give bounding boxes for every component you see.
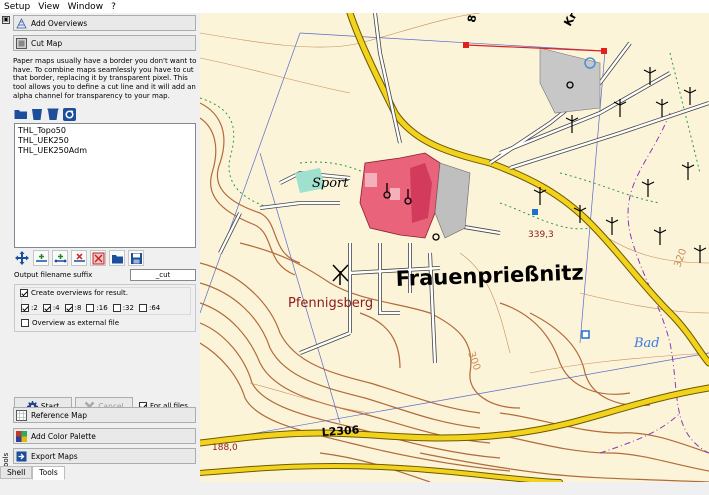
elevation-label: 188,0	[212, 443, 238, 453]
export-icon	[16, 451, 27, 462]
map-status-strip	[200, 482, 709, 495]
overview-level-label: :8	[74, 304, 82, 312]
pyramid-icon	[16, 17, 27, 29]
overview-level-2[interactable]: :2	[21, 304, 38, 312]
clear-bin-icon[interactable]	[30, 107, 44, 121]
map-file-list[interactable]: THL_Topo50 THL_UEK250 THL_UEK250Adm	[14, 123, 196, 248]
reference-map-button[interactable]: Reference Map	[13, 407, 196, 423]
dock-float-icon[interactable]: ▣	[2, 16, 10, 24]
cut-map-icon	[16, 37, 27, 49]
overview-external-option[interactable]: Overview as external file	[21, 319, 119, 327]
menu-setup[interactable]: Setup	[3, 2, 31, 12]
cut-map-description: Paper maps usually have a border you don…	[13, 57, 197, 100]
delete-line-icon[interactable]	[90, 250, 106, 266]
hill-label: Pfennigsberg	[288, 296, 373, 311]
overview-level-label: :2	[31, 304, 38, 312]
delete-point-icon[interactable]	[71, 250, 87, 266]
add-color-palette-label: Add Color Palette	[31, 431, 96, 441]
list-item[interactable]: THL_UEK250	[18, 136, 192, 146]
overview-level-4[interactable]: :4	[42, 304, 60, 312]
insert-point-icon[interactable]	[52, 250, 68, 266]
reference-grid-icon	[16, 409, 27, 421]
overview-level-64[interactable]: :64	[138, 304, 161, 312]
overview-level-label: :16	[96, 304, 108, 312]
app-window: Setup View Window ? ▣ Add Overviews Cut …	[0, 0, 709, 495]
dock-tabs: Shell Tools	[0, 466, 65, 480]
export-maps-label: Export Maps	[31, 451, 78, 461]
save-line-icon[interactable]	[128, 250, 144, 266]
load-line-icon[interactable]	[109, 250, 125, 266]
overview-level-label: :4	[52, 304, 60, 312]
list-item[interactable]: THL_UEK250Adm	[18, 146, 192, 156]
overview-external-checkbox[interactable]	[21, 319, 29, 327]
move-icon[interactable]	[14, 250, 30, 266]
overview-level-16[interactable]: :16	[86, 304, 108, 312]
create-overviews-checkbox[interactable]	[20, 289, 28, 297]
overview-external-label: Overview as external file	[32, 319, 120, 327]
sport-label: Sport	[312, 176, 349, 191]
open-folder-icon[interactable]	[14, 107, 28, 121]
export-maps-button[interactable]: Export Maps	[13, 448, 196, 464]
file-toolbar	[14, 107, 76, 121]
water-label: Bad	[633, 336, 660, 351]
road-label: L2306	[321, 423, 360, 439]
overview-levels: :2 :4 :8 :16 :32 :64	[21, 304, 163, 312]
overview-level-checkbox[interactable]	[64, 304, 73, 312]
reference-map-label: Reference Map	[31, 410, 87, 420]
cut-map-label: Cut Map	[31, 38, 63, 48]
list-item[interactable]: THL_Topo50	[18, 126, 192, 136]
elevation-label: 339,3	[528, 230, 554, 240]
overview-options-group: Create overviews for result. :2 :4 :8 :1…	[14, 284, 196, 332]
overview-level-label: :64	[148, 304, 161, 312]
output-suffix-input[interactable]: _cut	[130, 269, 196, 281]
overview-level-checkbox[interactable]	[138, 304, 147, 312]
overview-level-checkbox[interactable]	[42, 304, 51, 312]
menu-view[interactable]: View	[37, 2, 60, 12]
map-canvas[interactable]: Frauenprießnitz Pfennigsberg Sport 339,3…	[200, 13, 709, 482]
add-overviews-label: Add Overviews	[31, 18, 88, 28]
overview-level-label: :32	[122, 304, 134, 312]
overview-level-32[interactable]: :32	[112, 304, 134, 312]
reload-icon[interactable]	[62, 107, 76, 121]
map-background	[200, 13, 709, 482]
palette-icon	[16, 430, 27, 442]
add-point-icon[interactable]	[33, 250, 49, 266]
menu-help[interactable]: ?	[110, 2, 117, 12]
create-overviews-option[interactable]: Create overviews for result.	[20, 289, 128, 297]
tab-tools[interactable]: Tools	[32, 466, 65, 480]
overview-level-checkbox[interactable]	[86, 304, 95, 312]
tab-shell[interactable]: Shell	[0, 466, 33, 479]
overview-level-checkbox[interactable]	[21, 304, 29, 312]
cut-map-button[interactable]: Cut Map	[13, 35, 196, 51]
overview-level-8[interactable]: :8	[64, 304, 82, 312]
output-suffix-label: Output filename suffix	[14, 271, 93, 279]
tools-dock: ▣ Add Overviews Cut Map Paper maps usual…	[0, 13, 200, 495]
add-color-palette-button[interactable]: Add Color Palette	[13, 428, 196, 444]
create-overviews-label: Create overviews for result.	[31, 289, 128, 297]
delete-bin-icon[interactable]	[46, 107, 60, 121]
output-suffix-row: Output filename suffix _cut	[14, 268, 196, 282]
menu-bar: Setup View Window ?	[0, 0, 709, 13]
cut-line-toolbar	[14, 250, 144, 266]
menu-window[interactable]: Window	[67, 2, 105, 12]
overview-level-checkbox[interactable]	[112, 304, 121, 312]
add-overviews-button[interactable]: Add Overviews	[13, 15, 196, 31]
